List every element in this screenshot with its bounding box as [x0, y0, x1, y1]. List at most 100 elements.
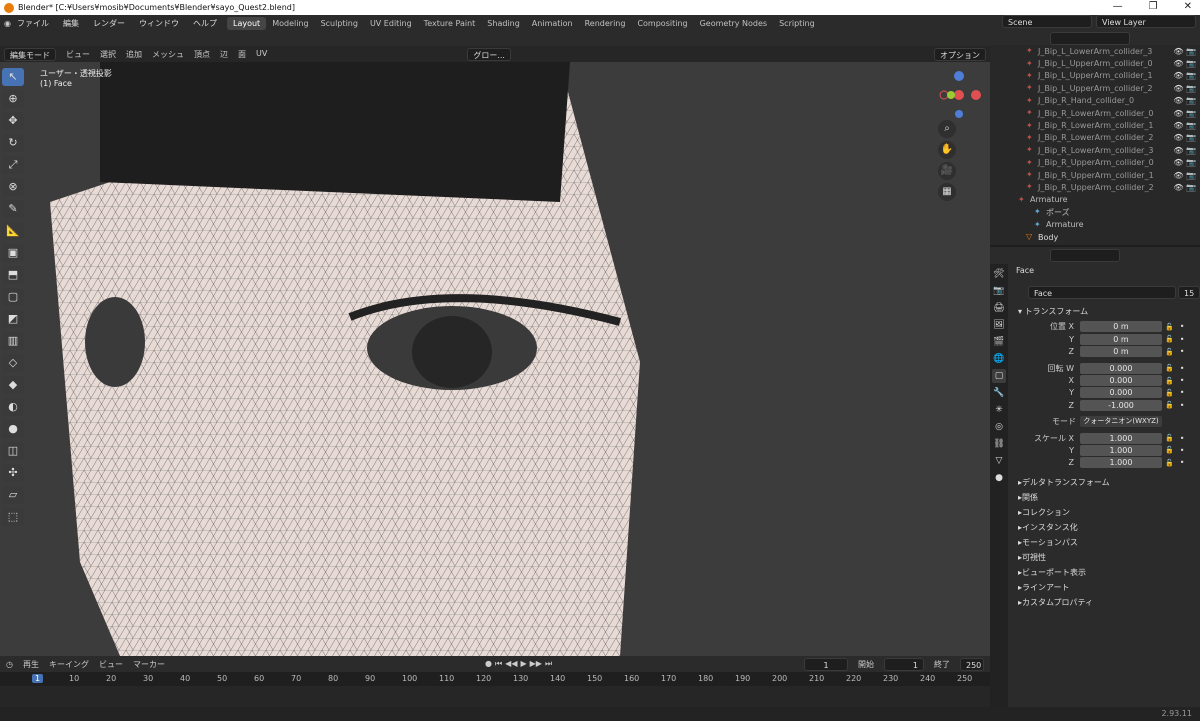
- outliner-item[interactable]: ✦ J_Bip_L_UpperArm_collider_0 👁 📷: [990, 57, 1200, 69]
- collapsed-section[interactable]: ▸ コレクション: [1010, 505, 1200, 520]
- viewport-menu-item[interactable]: 頂点: [194, 49, 210, 60]
- outliner-item[interactable]: ✦ J_Bip_R_LowerArm_collider_3 👁 📷: [990, 144, 1200, 156]
- measure-tool-icon[interactable]: 📐: [2, 222, 24, 240]
- keyframe-dot[interactable]: •: [1180, 434, 1185, 443]
- visibility-icon[interactable]: 👁 📷: [1173, 47, 1196, 56]
- prev-keyframe-icon[interactable]: ◀◀: [505, 659, 517, 669]
- add-cube-tool-icon[interactable]: ▣: [2, 244, 24, 262]
- pose-item[interactable]: ポーズ: [1046, 207, 1070, 218]
- rip-tool-icon[interactable]: ⬚: [2, 508, 24, 526]
- location-z[interactable]: 0 m: [1080, 346, 1162, 358]
- transform-tool-icon[interactable]: ⊗: [2, 178, 24, 196]
- keyframe-dot[interactable]: •: [1180, 322, 1185, 331]
- outliner-item[interactable]: ✦ J_Bip_R_Hand_collider_0 👁 📷: [990, 95, 1200, 107]
- rotate-tool-icon[interactable]: ↻: [2, 134, 24, 152]
- viewport-menu-item[interactable]: UV: [256, 49, 267, 60]
- collapsed-section[interactable]: ▸ モーションパス: [1010, 535, 1200, 550]
- menu-item[interactable]: ウィンドウ: [139, 18, 179, 29]
- tab-workspace[interactable]: Animation: [526, 17, 579, 30]
- output-tab-icon[interactable]: 🖨: [992, 301, 1006, 315]
- collapsed-section[interactable]: ▸ カスタムプロパティ: [1010, 595, 1200, 610]
- viewport-menu-item[interactable]: ビュー: [66, 49, 90, 60]
- render-tab-icon[interactable]: 📷: [992, 284, 1006, 298]
- tab-workspace[interactable]: Rendering: [579, 17, 632, 30]
- outliner-item[interactable]: ✦ J_Bip_L_UpperArm_collider_1 👁 📷: [990, 70, 1200, 82]
- viewport-menu-item[interactable]: 選択: [100, 49, 116, 60]
- properties-search[interactable]: [1050, 248, 1120, 262]
- timeline-menu-item[interactable]: マーカー: [133, 659, 165, 670]
- bevel-tool-icon[interactable]: ◩: [2, 310, 24, 328]
- visibility-icon[interactable]: 👁 📷: [1173, 171, 1196, 180]
- particles-tab-icon[interactable]: ✳: [992, 403, 1006, 417]
- pan-icon[interactable]: ✋: [938, 141, 956, 159]
- keyframe-dot[interactable]: •: [1180, 446, 1185, 455]
- next-keyframe-icon[interactable]: ▶▶: [530, 659, 542, 669]
- spin-tool-icon[interactable]: ◐: [2, 398, 24, 416]
- extrude-tool-icon[interactable]: ⬒: [2, 266, 24, 284]
- keyframe-dot[interactable]: •: [1180, 388, 1185, 397]
- blender-menu-icon[interactable]: ◉: [4, 19, 11, 28]
- start-frame[interactable]: 1: [884, 657, 924, 671]
- collapsed-section[interactable]: ▸ インスタンス化: [1010, 520, 1200, 535]
- tab-workspace[interactable]: Geometry Nodes: [694, 17, 773, 30]
- options-button[interactable]: オプション: [934, 47, 986, 61]
- keyframe-dot[interactable]: •: [1180, 458, 1185, 467]
- menu-item[interactable]: レンダー: [93, 18, 125, 29]
- scene-tab-icon[interactable]: 🎬: [992, 335, 1006, 349]
- scale-x[interactable]: 1.000: [1080, 432, 1162, 444]
- annotate-tool-icon[interactable]: ✎: [2, 200, 24, 218]
- scale-z[interactable]: 1.000: [1080, 457, 1162, 469]
- visibility-icon[interactable]: 👁 📷: [1173, 84, 1196, 93]
- viewport-menu-item[interactable]: メッシュ: [152, 49, 184, 60]
- outliner-item[interactable]: ✦ J_Bip_L_LowerArm_collider_3 👁 📷: [990, 45, 1200, 57]
- 3d-viewport[interactable]: ユーザー・透視投影 (1) Face: [0, 62, 990, 656]
- axis-gizmo-icon[interactable]: [938, 68, 988, 118]
- view-layer-selector[interactable]: View Layer: [1096, 15, 1196, 28]
- tool-tab-icon[interactable]: 🛠: [992, 267, 1006, 281]
- tab-workspace[interactable]: Compositing: [631, 17, 693, 30]
- outliner-item[interactable]: ✦ J_Bip_L_UpperArm_collider_2 👁 📷: [990, 82, 1200, 94]
- navigation-gizmo[interactable]: ⌕ ✋ 🎥 ▦: [938, 68, 990, 204]
- jump-end-icon[interactable]: ⏭: [545, 659, 552, 669]
- outliner-search[interactable]: [1050, 31, 1130, 45]
- end-frame[interactable]: 250: [960, 657, 984, 671]
- edge-slide-tool-icon[interactable]: ◫: [2, 442, 24, 460]
- keyframe-dot[interactable]: •: [1180, 335, 1185, 344]
- close-icon[interactable]: ✕: [1184, 1, 1192, 12]
- shrink-fatten-tool-icon[interactable]: ✣: [2, 464, 24, 482]
- jump-start-icon[interactable]: ⏮: [495, 659, 502, 669]
- lock-icon[interactable]: 🔓: [1165, 348, 1174, 356]
- lock-icon[interactable]: 🔓: [1165, 323, 1174, 331]
- visibility-icon[interactable]: 👁 📷: [1173, 71, 1196, 80]
- tab-workspace[interactable]: Shading: [481, 17, 526, 30]
- viewport-menu-item[interactable]: 面: [238, 49, 246, 60]
- visibility-icon[interactable]: 👁 📷: [1173, 121, 1196, 130]
- rotation-mode-select[interactable]: クォータニオン(WXYZ): [1080, 416, 1162, 428]
- lock-icon[interactable]: 🔓: [1165, 389, 1174, 397]
- timeline-menu-item[interactable]: キーイング: [49, 659, 89, 670]
- object-name-field[interactable]: Face: [1028, 286, 1176, 300]
- frame-ruler[interactable]: 1 10 20 30 40 50 60 70 80 90 100 110 120 130 140 150 160…: [0, 672, 990, 686]
- tab-workspace[interactable]: UV Editing: [364, 17, 418, 30]
- collapsed-section[interactable]: ▸ ビューポート表示: [1010, 565, 1200, 580]
- transform-orientation[interactable]: グロー...: [467, 47, 511, 61]
- collapsed-section[interactable]: ▸ 関係: [1010, 490, 1200, 505]
- visibility-icon[interactable]: 👁 📷: [1173, 146, 1196, 155]
- timeline-menu-item[interactable]: ビュー: [99, 659, 123, 670]
- poly-build-tool-icon[interactable]: ◆: [2, 376, 24, 394]
- timeline-editor-icon[interactable]: ◷: [6, 660, 13, 669]
- tab-workspace[interactable]: Layout: [226, 16, 267, 30]
- material-tab-icon[interactable]: ●: [992, 471, 1006, 485]
- armature-data[interactable]: Armature: [1046, 220, 1084, 229]
- knife-tool-icon[interactable]: ◇: [2, 354, 24, 372]
- tab-workspace[interactable]: Texture Paint: [418, 17, 482, 30]
- keyframe-dot[interactable]: •: [1180, 347, 1185, 356]
- rotation-w[interactable]: 0.000: [1080, 362, 1162, 374]
- record-icon[interactable]: ●: [485, 659, 492, 669]
- play-icon[interactable]: ▶: [520, 659, 526, 669]
- smooth-tool-icon[interactable]: ●: [2, 420, 24, 438]
- lock-icon[interactable]: 🔓: [1165, 335, 1174, 343]
- world-tab-icon[interactable]: 🌐: [992, 352, 1006, 366]
- tab-workspace[interactable]: Sculpting: [315, 17, 364, 30]
- menu-item[interactable]: ファイル: [17, 18, 49, 29]
